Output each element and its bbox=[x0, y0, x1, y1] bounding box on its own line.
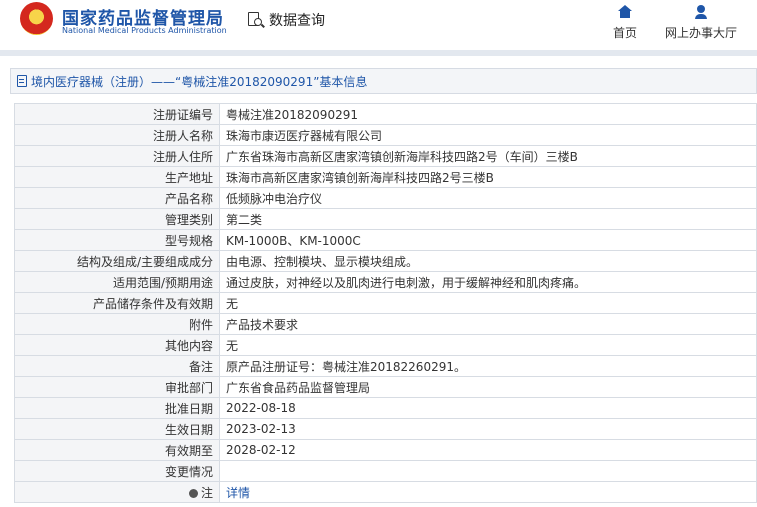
table-row-note: 注 详情 bbox=[14, 481, 757, 503]
table-row: 注册人名称 珠海市康迈医疗器械有限公司 bbox=[14, 124, 757, 146]
row-label: 注册人住所 bbox=[14, 145, 220, 167]
document-icon bbox=[17, 75, 27, 87]
table-row: 变更情况 bbox=[14, 460, 757, 482]
table-row: 型号规格 KM-1000B、KM-1000C bbox=[14, 229, 757, 251]
user-icon bbox=[693, 4, 709, 20]
nav-home[interactable]: 首页 bbox=[607, 4, 643, 41]
row-label: 有效期至 bbox=[14, 439, 220, 461]
row-value: 2023-02-13 bbox=[219, 418, 757, 440]
row-value: 2028-02-12 bbox=[219, 439, 757, 461]
header-divider bbox=[0, 50, 757, 56]
table-row: 注册人住所 广东省珠海市高新区唐家湾镇创新海岸科技四路2号（车间）三楼B bbox=[14, 145, 757, 167]
table-row: 注册证编号 粤械注准20182090291 bbox=[14, 103, 757, 125]
table-row: 审批部门 广东省食品药品监督管理局 bbox=[14, 376, 757, 398]
note-label: 注 bbox=[200, 485, 213, 500]
row-value: 通过皮肤，对神经以及肌肉进行电刺激，用于缓解神经和肌肉疼痛。 bbox=[219, 271, 757, 293]
nav-online-service-hall[interactable]: 网上办事大厅 bbox=[659, 4, 743, 41]
row-value: 无 bbox=[219, 292, 757, 314]
home-icon bbox=[617, 4, 633, 20]
row-label: 结构及组成/主要组成成分 bbox=[14, 250, 220, 272]
row-value: 粤械注准20182090291 bbox=[219, 103, 757, 125]
device-info-table: 注册证编号 粤械注准20182090291 注册人名称 珠海市康迈医疗器械有限公司 … bbox=[14, 103, 757, 503]
row-label: 审批部门 bbox=[14, 376, 220, 398]
table-row: 附件 产品技术要求 bbox=[14, 313, 757, 335]
row-value: 广东省食品药品监督管理局 bbox=[219, 376, 757, 398]
row-label: 产品储存条件及有效期 bbox=[14, 292, 220, 314]
row-label: 注册人名称 bbox=[14, 124, 220, 146]
row-value: KM-1000B、KM-1000C bbox=[219, 229, 757, 251]
row-label: 管理类别 bbox=[14, 208, 220, 230]
row-label: 备注 bbox=[14, 355, 220, 377]
table-row: 产品储存条件及有效期无 bbox=[14, 292, 757, 314]
row-label: 附件 bbox=[14, 313, 220, 335]
row-value: 珠海市高新区唐家湾镇创新海岸科技四路2号三楼B bbox=[219, 166, 757, 188]
site-name-en: National Medical Products Administration bbox=[62, 26, 227, 35]
row-value: 无 bbox=[219, 334, 757, 356]
row-value: 低频脉冲电治疗仪 bbox=[219, 187, 757, 209]
row-label: 适用范围/预期用途 bbox=[14, 271, 220, 293]
breadcrumb-text: 境内医疗器械（注册）——“粤械注准20182090291”基本信息 bbox=[31, 74, 368, 89]
details-link[interactable]: 详情 bbox=[219, 481, 757, 503]
row-value: 由电源、控制模块、显示模块组成。 bbox=[219, 250, 757, 272]
row-label: 产品名称 bbox=[14, 187, 220, 209]
table-row: 批准日期 2022-08-18 bbox=[14, 397, 757, 419]
row-value bbox=[219, 460, 757, 482]
row-value: 珠海市康迈医疗器械有限公司 bbox=[219, 124, 757, 146]
table-row: 其他内容无 bbox=[14, 334, 757, 356]
row-value: 第二类 bbox=[219, 208, 757, 230]
row-value: 产品技术要求 bbox=[219, 313, 757, 335]
table-row: 管理类别 第二类 bbox=[14, 208, 757, 230]
data-query-label: 数据查询 bbox=[269, 13, 325, 29]
row-label: 其他内容 bbox=[14, 334, 220, 356]
table-row: 结构及组成/主要组成成分 由电源、控制模块、显示模块组成。 bbox=[14, 250, 757, 272]
nav-online-service-hall-label: 网上办事大厅 bbox=[664, 26, 737, 40]
table-row: 生效日期 2023-02-13 bbox=[14, 418, 757, 440]
table-row: 备注 原产品注册证号：粤械注准20182260291。 bbox=[14, 355, 757, 377]
pin-icon bbox=[188, 488, 198, 498]
nav-home-label: 首页 bbox=[612, 26, 637, 40]
row-label: 型号规格 bbox=[14, 229, 220, 251]
row-label: 注册证编号 bbox=[14, 103, 220, 125]
national-emblem-icon bbox=[20, 2, 53, 35]
data-query-link[interactable]: 数据查询 bbox=[247, 9, 325, 31]
row-label: 生效日期 bbox=[14, 418, 220, 440]
row-label: 变更情况 bbox=[14, 460, 220, 482]
row-value: 广东省珠海市高新区唐家湾镇创新海岸科技四路2号（车间）三楼B bbox=[219, 145, 757, 167]
row-value: 原产品注册证号：粤械注准20182260291。 bbox=[219, 355, 757, 377]
row-label-note: 注 bbox=[14, 481, 220, 503]
row-label: 生产地址 bbox=[14, 166, 220, 188]
table-row: 生产地址 珠海市高新区唐家湾镇创新海岸科技四路2号三楼B bbox=[14, 166, 757, 188]
site-header: 国家药品监督管理局 National Medical Products Admi… bbox=[0, 0, 757, 44]
breadcrumb: 境内医疗器械（注册）——“粤械注准20182090291”基本信息 bbox=[10, 68, 757, 94]
document-search-icon bbox=[247, 11, 265, 29]
row-value: 2022-08-18 bbox=[219, 397, 757, 419]
table-row: 产品名称 低频脉冲电治疗仪 bbox=[14, 187, 757, 209]
row-label: 批准日期 bbox=[14, 397, 220, 419]
table-row: 有效期至 2028-02-12 bbox=[14, 439, 757, 461]
table-row: 适用范围/预期用途 通过皮肤，对神经以及肌肉进行电刺激，用于缓解神经和肌肉疼痛。 bbox=[14, 271, 757, 293]
